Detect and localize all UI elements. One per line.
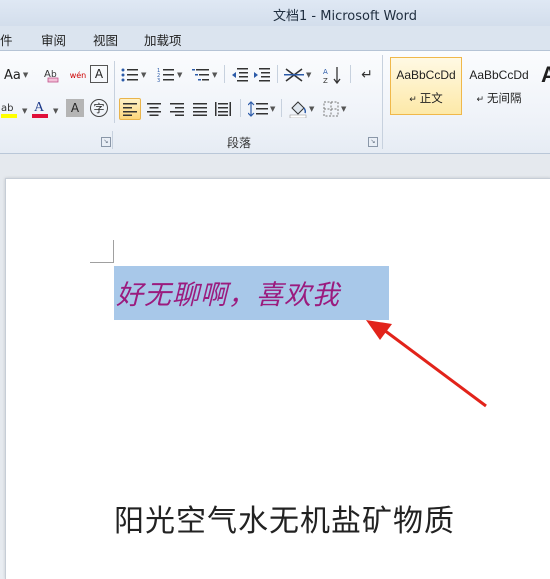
annotation-arrow <box>366 320 487 408</box>
arrow-shaft <box>383 328 487 408</box>
body-text[interactable]: 阳光空气水无机盐矿物质 <box>114 496 455 540</box>
arrow-head-icon <box>366 320 392 340</box>
